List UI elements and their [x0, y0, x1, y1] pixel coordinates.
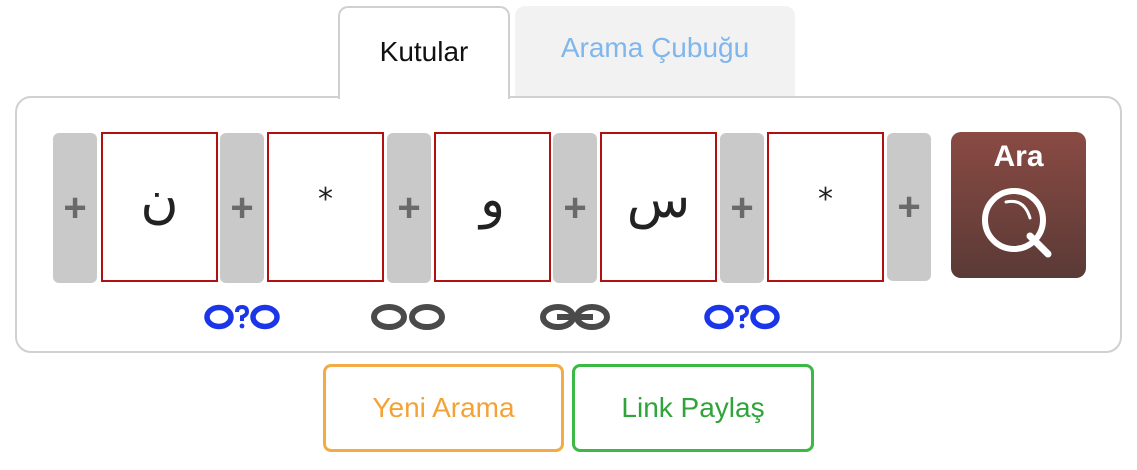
optional-link-icon[interactable] [702, 302, 782, 332]
optional-link-icon[interactable] [202, 302, 282, 332]
tab-kutular[interactable]: Kutular [338, 6, 510, 99]
tab-arama-cubugu[interactable]: Arama Çubuğu [515, 6, 795, 96]
letter-box-5[interactable]: * [767, 132, 884, 282]
share-link-button[interactable]: Link Paylaş [572, 364, 814, 452]
letter-box-2[interactable]: * [267, 132, 384, 282]
search-button[interactable]: Ara [951, 132, 1086, 278]
add-box-button-2[interactable]: + [220, 133, 264, 283]
linked-icon[interactable] [535, 302, 615, 332]
search-button-label: Ara [993, 140, 1044, 173]
letter-box-3[interactable]: و [434, 132, 551, 282]
add-box-button-3[interactable]: + [387, 133, 431, 283]
search-icon [982, 188, 1052, 258]
add-box-button-4[interactable]: + [553, 133, 597, 283]
add-box-button-1[interactable]: + [53, 133, 97, 283]
unlinked-icon[interactable] [368, 302, 448, 332]
letter-box-4[interactable]: س [600, 132, 717, 282]
add-box-button-6[interactable]: + [887, 133, 931, 281]
add-box-button-5[interactable]: + [720, 133, 764, 283]
letter-box-1[interactable]: ن [101, 132, 218, 282]
new-search-button[interactable]: Yeni Arama [323, 364, 564, 452]
